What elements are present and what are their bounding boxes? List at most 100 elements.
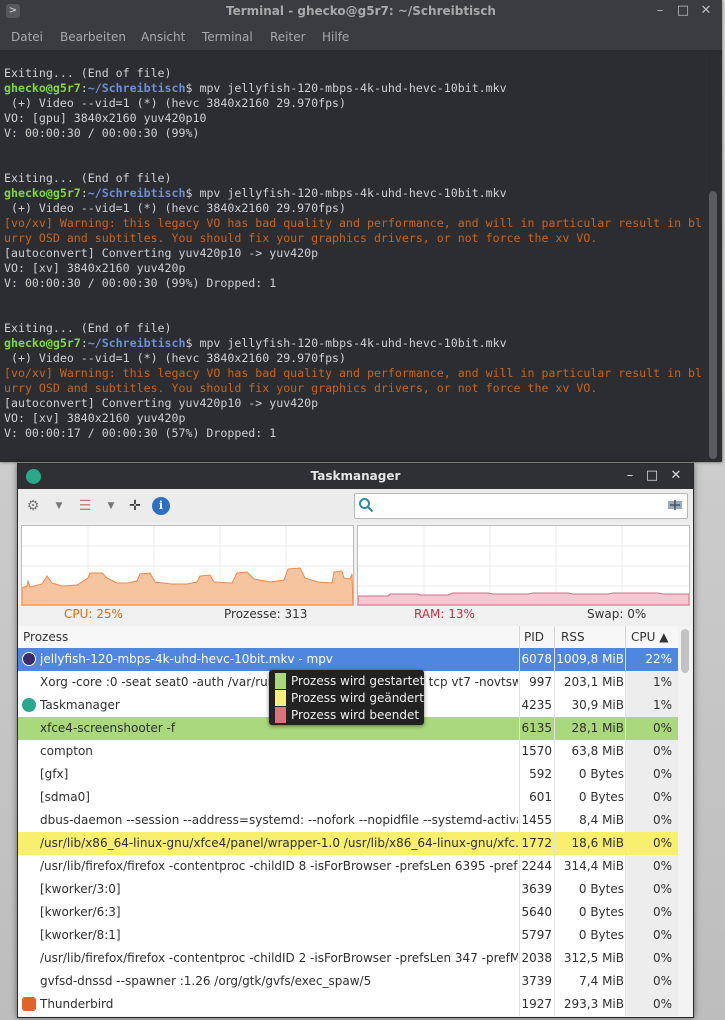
process-cpu: 0% [652, 836, 672, 850]
search-input[interactable] [354, 493, 688, 519]
info-icon[interactable]: i [152, 497, 170, 515]
minimize-icon[interactable]: – [652, 3, 668, 19]
table-row[interactable]: /usr/lib/firefox/firefox -contentproc -c… [18, 855, 678, 878]
maximize-icon[interactable]: □ [644, 468, 660, 484]
legend-label: Prozess wird beendet [291, 708, 420, 722]
column-separator[interactable] [519, 626, 520, 648]
legend-label: Prozess wird gestartet [291, 674, 425, 688]
close-icon[interactable]: ✕ [698, 3, 714, 19]
taskmanager-window: Taskmanager – □ ✕ ⚙ ▼ ☰ ▼ ✛ i CPU: 25% P… [17, 463, 694, 1018]
column-header-pid[interactable]: PID [524, 630, 544, 644]
column-header-cpu[interactable]: CPU ▲ [631, 630, 668, 644]
process-name: [gfx] [40, 767, 69, 781]
process-rss: 7,4 MiB [579, 974, 624, 988]
menu-hilfe[interactable]: Hilfe [322, 30, 349, 44]
output-line: VO: [gpu] 3840x2160 yuv420p10 [4, 111, 207, 125]
menu-datei[interactable]: Datei [11, 30, 43, 44]
table-row[interactable]: /usr/lib/firefox/firefox -contentproc -c… [18, 947, 678, 970]
process-pid: 1455 [521, 813, 552, 827]
terminal-window: > Terminal - ghecko@g5r7: ~/Schreibtisch… [0, 0, 722, 462]
swap-usage: Swap: 0% [587, 607, 647, 621]
chevron-down-icon[interactable]: ▼ [50, 497, 68, 515]
taskmanager-titlebar[interactable]: Taskmanager – □ ✕ [18, 464, 693, 489]
legend-label: Prozess wird geändert [291, 691, 424, 705]
terminal-output[interactable]: Exiting... (End of file) ghecko@g5r7:~/S… [0, 51, 705, 462]
close-icon[interactable]: ✕ [668, 468, 684, 484]
terminal-title: Terminal - ghecko@g5r7: ~/Schreibtisch [226, 4, 496, 18]
table-row[interactable]: [sdma0] 601 0 Bytes 0% [18, 786, 678, 809]
table-row[interactable]: [gfx] 592 0 Bytes 0% [18, 763, 678, 786]
process-rss: 30,9 MiB [571, 698, 624, 712]
process-pid: 1570 [521, 744, 552, 758]
process-pid: 2038 [521, 951, 552, 965]
process-rss: 8,4 MiB [579, 813, 624, 827]
column-header-rss[interactable]: RSS [561, 630, 585, 644]
process-rss: 0 Bytes [578, 928, 624, 942]
process-table-scrollbar[interactable] [678, 626, 692, 1016]
process-cpu: 0% [652, 790, 672, 804]
columns-icon[interactable]: ☰ [76, 497, 94, 515]
maximize-icon[interactable]: □ [675, 3, 691, 19]
clear-search-icon[interactable] [666, 497, 684, 513]
warning-line: [vo/xv] Warning: this legacy VO has bad … [4, 216, 703, 230]
table-row[interactable]: Thunderbird 1927 293,3 MiB 0% [18, 993, 678, 1016]
prompt-user: ghecko@g5r7 [4, 81, 81, 95]
menu-ansicht[interactable]: Ansicht [141, 30, 185, 44]
process-pid: 601 [529, 790, 552, 804]
terminal-titlebar[interactable]: > Terminal - ghecko@g5r7: ~/Schreibtisch… [0, 0, 722, 24]
scrollbar-thumb[interactable] [709, 191, 717, 459]
table-row[interactable]: compton 1570 63,8 MiB 0% [18, 740, 678, 763]
taskmanager-title: Taskmanager [310, 469, 401, 483]
prompt-user: ghecko@g5r7 [4, 186, 81, 200]
process-pid: 1772 [521, 836, 552, 850]
column-separator[interactable] [625, 626, 626, 648]
table-row[interactable]: [kworker/8:1] 5797 0 Bytes 0% [18, 924, 678, 947]
table-row[interactable]: gvfsd-dnssd --spawner :1.26 /org/gtk/gvf… [18, 970, 678, 993]
settings-gear-icon[interactable]: ⚙ [24, 497, 42, 515]
column-divider [519, 648, 520, 1016]
output-line: V: 00:00:30 / 00:00:30 (99%) Dropped: 1 [4, 276, 277, 290]
legend-item: Prozess wird gestartet [275, 673, 424, 689]
process-rss: 63,8 MiB [571, 744, 624, 758]
warning-line: urry OSD and subtitles. You should fix y… [4, 231, 598, 245]
process-cpu: 1% [652, 698, 672, 712]
legend-swatch [275, 690, 286, 706]
table-row[interactable]: [kworker/6:3] 5640 0 Bytes 0% [18, 901, 678, 924]
process-cpu: 0% [652, 951, 672, 965]
minimize-icon[interactable]: – [622, 468, 638, 484]
chevron-down-icon[interactable]: ▼ [102, 497, 120, 515]
process-cpu: 0% [652, 767, 672, 781]
process-cpu: 0% [652, 721, 672, 735]
menu-bearbeiten[interactable]: Bearbeiten [60, 30, 126, 44]
process-pid: 6135 [521, 721, 552, 735]
process-rss: 1009,8 MiB [556, 652, 624, 666]
process-name: dbus-daemon --session --address=systemd:… [40, 813, 518, 827]
process-cpu: 0% [652, 859, 672, 873]
process-cpu: 0% [652, 882, 672, 896]
process-pid: 5797 [521, 928, 552, 942]
command-text: mpv jellyfish-120-mbps-4k-uhd-hevc-10bit… [199, 186, 507, 200]
table-row[interactable]: [kworker/3:0] 3639 0 Bytes 0% [18, 878, 678, 901]
process-name: jellyfish-120-mbps-4k-uhd-hevc-10bit.mkv… [40, 652, 333, 666]
scrollbar-thumb[interactable] [681, 629, 689, 673]
menu-terminal[interactable]: Terminal [202, 30, 253, 44]
output-line: VO: [xv] 3840x2160 yuv420p [4, 411, 186, 425]
command-text: mpv jellyfish-120-mbps-4k-uhd-hevc-10bit… [199, 81, 507, 95]
process-rss: 0 Bytes [578, 882, 624, 896]
thunderbird-icon [22, 997, 36, 1011]
terminal-scrollbar[interactable] [707, 51, 720, 462]
legend-swatch [275, 707, 286, 723]
table-row[interactable]: dbus-daemon --session --address=systemd:… [18, 809, 678, 832]
menu-reiter[interactable]: Reiter [270, 30, 306, 44]
crosshair-icon[interactable]: ✛ [126, 497, 144, 515]
monitor-graphs [18, 523, 693, 606]
table-row[interactable]: jellyfish-120-mbps-4k-uhd-hevc-10bit.mkv… [18, 648, 678, 671]
process-rss: 28,1 MiB [571, 721, 624, 735]
command-text: mpv jellyfish-120-mbps-4k-uhd-hevc-10bit… [199, 336, 507, 350]
column-header-process[interactable]: Prozess [23, 630, 68, 644]
column-separator[interactable] [554, 626, 555, 648]
output-line: (+) Video --vid=1 (*) (hevc 3840x2160 29… [4, 351, 347, 365]
table-row[interactable]: /usr/lib/x86_64-linux-gnu/xfce4/panel/wr… [18, 832, 678, 855]
prompt-path: ~/Schreibtisch [87, 81, 186, 95]
process-cpu: 0% [652, 997, 672, 1011]
